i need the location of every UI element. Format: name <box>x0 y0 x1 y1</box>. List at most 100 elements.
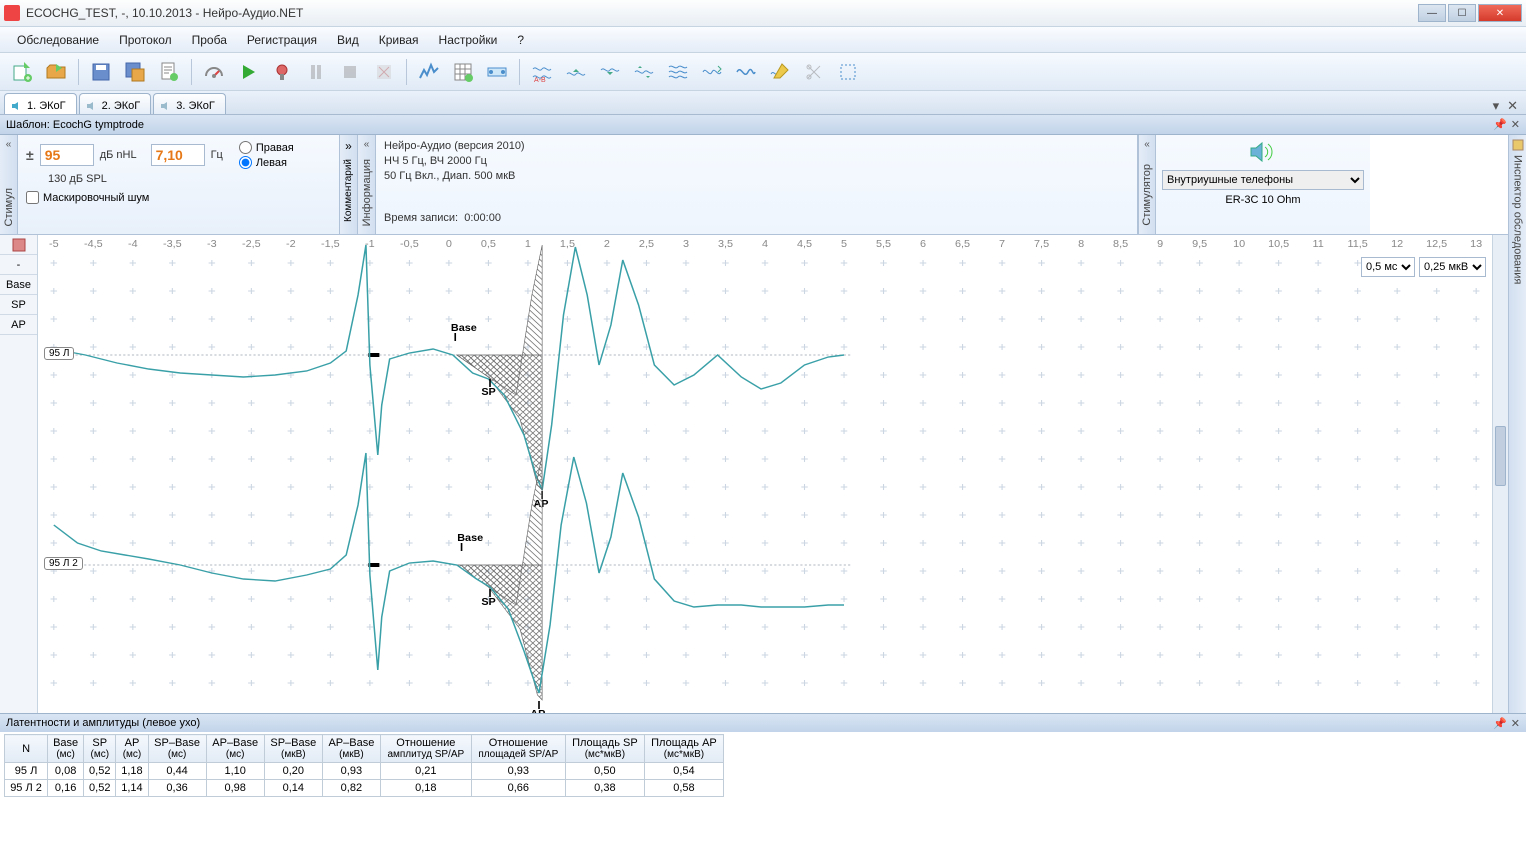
single-wave-button[interactable] <box>730 57 762 87</box>
menu-item[interactable]: Регистрация <box>238 29 326 51</box>
tab[interactable]: 2. ЭКоГ <box>79 93 152 114</box>
table-header-cell: AP–Base(мс) <box>206 735 264 763</box>
timer-label: Время записи: <box>384 212 458 224</box>
stimulus-button[interactable] <box>266 57 298 87</box>
transducer-select[interactable]: Внутриушные телефоны <box>1162 170 1364 190</box>
svg-text:5: 5 <box>841 239 847 250</box>
chevron-left-icon: « <box>6 139 12 150</box>
table-panel-header: Латентности и амплитуды (левое ухо) 📌✕ <box>0 714 1526 732</box>
trace-label-2[interactable]: 95 Л 2 <box>44 557 83 570</box>
rate-input[interactable]: 7,10 <box>151 144 205 166</box>
window-title: ECOCHG_TEST, -, 10.10.2013 - Нейро-Аудио… <box>26 6 1416 20</box>
level-input[interactable]: 95 <box>40 144 94 166</box>
tab[interactable]: 1. ЭКоГ <box>4 93 77 114</box>
table-row[interactable]: 95 Л 20,160,521,140,360,980,140,820,180,… <box>5 780 724 797</box>
plot-tool-base[interactable]: Base <box>0 275 37 295</box>
stimulus-panel: ± 95 дБ nHL 7,10 Гц Правая Левая 130 дБ … <box>18 135 340 234</box>
tab-dropdown-button[interactable]: ▾ <box>1489 98 1504 114</box>
wave-up-button[interactable] <box>560 57 592 87</box>
table-header-cell: Площадь SP(мс*мкВ) <box>565 735 644 763</box>
table-row[interactable]: 95 Л0,080,521,180,441,100,200,930,210,93… <box>5 763 724 780</box>
open-exam-button[interactable] <box>40 57 72 87</box>
range-button[interactable] <box>481 57 513 87</box>
new-exam-button[interactable] <box>6 57 38 87</box>
info-line1: Нейро-Аудио (версия 2010) <box>384 139 1129 154</box>
table-header-cell: Отношениеамплитуд SP/AP <box>380 735 471 763</box>
tab[interactable]: 3. ЭКоГ <box>153 93 226 114</box>
svg-text:11: 11 <box>1313 239 1324 250</box>
plot-tool-none[interactable]: - <box>0 255 37 275</box>
svg-text:9: 9 <box>1157 239 1163 250</box>
svg-text:1: 1 <box>525 239 531 250</box>
info-panel: « Информация Нейро-Аудио (версия 2010) Н… <box>358 135 1138 234</box>
svg-text:2: 2 <box>604 239 610 250</box>
maximize-button[interactable]: ☐ <box>1448 4 1476 22</box>
stimulator-collapse[interactable]: « Стимулятор <box>1138 135 1156 234</box>
side-right-radio[interactable]: Правая <box>239 141 294 154</box>
app-icon <box>4 5 20 21</box>
yscale-select[interactable]: 0,25 мкВ <box>1419 257 1486 277</box>
plot-scrollbar[interactable] <box>1492 235 1508 713</box>
close-button[interactable]: ✕ <box>1478 4 1522 22</box>
main-content: « Стимул ± 95 дБ nHL 7,10 Гц Правая Лева… <box>0 135 1526 713</box>
pin-icon[interactable]: 📌 <box>1493 717 1507 730</box>
multi-wave-button[interactable] <box>662 57 694 87</box>
comment-panel-collapsed[interactable]: » Комментарий <box>340 135 358 234</box>
edit-wave-button[interactable] <box>764 57 796 87</box>
menu-item[interactable]: Кривая <box>370 29 428 51</box>
stimulus-collapse[interactable]: « Стимул <box>0 135 18 234</box>
analyze-button[interactable] <box>413 57 445 87</box>
menu-item[interactable]: Настройки <box>430 29 507 51</box>
wave-updown-button[interactable] <box>628 57 660 87</box>
svg-text:9,5: 9,5 <box>1192 239 1207 250</box>
compare-ab-button[interactable]: A-B <box>526 57 558 87</box>
plot-tool-ap[interactable]: AP <box>0 315 37 335</box>
svg-text:13: 13 <box>1470 239 1482 250</box>
play-button[interactable] <box>232 57 264 87</box>
pause-button[interactable] <box>300 57 332 87</box>
select-button[interactable] <box>832 57 864 87</box>
svg-text:-2: -2 <box>286 239 296 250</box>
svg-text:12: 12 <box>1391 239 1403 250</box>
svg-text:Base: Base <box>457 533 483 544</box>
info-line2: НЧ 5 Гц, ВЧ 2000 Гц <box>384 154 1129 169</box>
svg-text:12,5: 12,5 <box>1426 239 1447 250</box>
panel-close-icon[interactable]: ✕ <box>1511 717 1520 730</box>
impedance-button[interactable] <box>198 57 230 87</box>
svg-text:-4: -4 <box>128 239 138 250</box>
svg-text:2,5: 2,5 <box>639 239 654 250</box>
plot-container: - Base SP AP -5-4,5-4-3,5-3-2,5-2-1,5-1-… <box>0 235 1508 713</box>
plot-icon-button[interactable] <box>0 235 37 255</box>
masking-checkbox[interactable]: Маскировочный шум <box>26 191 331 204</box>
info-collapse[interactable]: « Информация <box>358 135 376 234</box>
menu-item[interactable]: Протокол <box>110 29 181 51</box>
cut-button[interactable] <box>798 57 830 87</box>
panels-row: « Стимул ± 95 дБ nHL 7,10 Гц Правая Лева… <box>0 135 1508 235</box>
stop-button[interactable] <box>334 57 366 87</box>
menu-item[interactable]: Проба <box>183 29 236 51</box>
panel-close-icon[interactable]: ✕ <box>1511 118 1520 131</box>
save-as-button[interactable] <box>119 57 151 87</box>
report-button[interactable] <box>153 57 185 87</box>
menu-item[interactable]: ? <box>508 29 533 51</box>
tab-close-button[interactable]: ✕ <box>1503 98 1522 114</box>
menu-item[interactable]: Обследование <box>8 29 108 51</box>
reject-button[interactable] <box>368 57 400 87</box>
xscale-select[interactable]: 0,5 мс <box>1361 257 1415 277</box>
save-button[interactable] <box>85 57 117 87</box>
plot-area[interactable]: -5-4,5-4-3,5-3-2,5-2-1,5-1-0,500,511,522… <box>38 235 1492 713</box>
plus-minus-icon: ± <box>26 147 34 163</box>
side-left-radio[interactable]: Левая <box>239 156 294 169</box>
chevron-left-icon: « <box>1144 139 1150 150</box>
smooth-button[interactable] <box>696 57 728 87</box>
table-button[interactable] <box>447 57 479 87</box>
wave-down-button[interactable] <box>594 57 626 87</box>
table-header-cell: AP–Base(мкВ) <box>322 735 380 763</box>
minimize-button[interactable]: — <box>1418 4 1446 22</box>
menu-item[interactable]: Вид <box>328 29 368 51</box>
trace-label-1[interactable]: 95 Л <box>44 347 74 360</box>
inspector-panel-collapsed[interactable]: Инспектор обследования <box>1508 135 1526 713</box>
plot-tool-sp[interactable]: SP <box>0 295 37 315</box>
pin-icon[interactable]: 📌 <box>1493 118 1507 131</box>
svg-text:5,5: 5,5 <box>876 239 891 250</box>
